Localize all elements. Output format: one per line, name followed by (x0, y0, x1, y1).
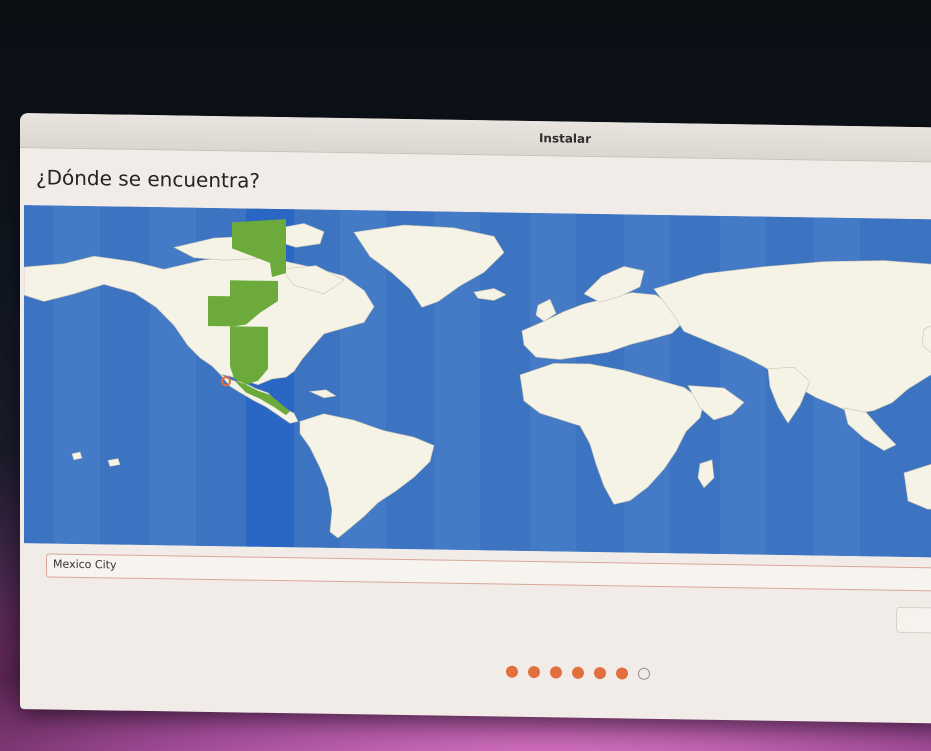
progress-dot-step-7 (638, 667, 650, 680)
continue-button[interactable] (896, 606, 931, 634)
installer-window: Instalar ¿Dónde se encuentra? (20, 113, 931, 724)
progress-dot-step-6 (616, 667, 628, 680)
title-bar[interactable]: Instalar (20, 113, 931, 163)
timezone-map[interactable] (24, 205, 931, 558)
progress-dot-step-4 (572, 666, 584, 679)
progress-dots (506, 665, 650, 680)
location-input[interactable] (53, 557, 931, 585)
progress-dot-step-3 (550, 666, 562, 679)
progress-dot-step-5 (594, 667, 606, 680)
progress-dot-step-2 (528, 665, 540, 679)
world-map-svg[interactable] (24, 205, 931, 558)
page-title: ¿Dónde se encuentra? (36, 165, 260, 193)
progress-dot-step-1 (506, 665, 518, 678)
window-title: Instalar (538, 131, 592, 146)
location-input-field[interactable] (46, 553, 931, 592)
